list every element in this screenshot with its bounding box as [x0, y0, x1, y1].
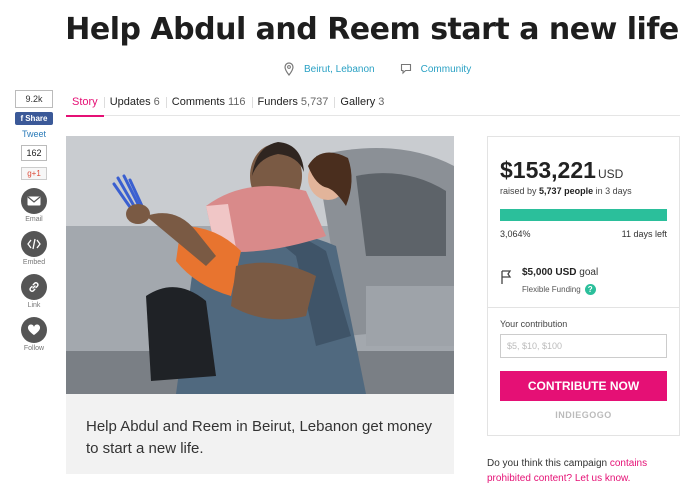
facebook-share-label: Share	[25, 114, 48, 123]
tab-funders[interactable]: Funders 5,737	[251, 90, 335, 116]
facebook-icon: f	[20, 114, 24, 123]
progress-bar	[500, 209, 667, 221]
heart-icon	[27, 324, 41, 335]
amount-raised: $153,221 USD	[500, 157, 624, 183]
facebook-share-button[interactable]: f Share	[15, 112, 53, 125]
card-divider	[488, 307, 679, 308]
progress-bar-fill	[500, 209, 667, 221]
let-us-know-link[interactable]: Let us know.	[575, 473, 631, 484]
help-icon[interactable]: ?	[584, 284, 596, 295]
goal-row: $5,000 USD goal Flexible Funding ?	[500, 267, 598, 295]
page-title: Help Abdul and Reem start a new life	[65, 12, 679, 47]
gplus-count: 162	[21, 145, 47, 161]
tab-updates[interactable]: Updates 6	[103, 90, 166, 116]
contribution-label: Your contribution	[500, 319, 568, 329]
raised-by-text: raised by 5,737 people in 3 days	[500, 186, 632, 196]
embed-label: Embed	[22, 259, 46, 266]
tab-comments[interactable]: Comments 116	[165, 90, 252, 116]
category-link[interactable]: Community	[421, 64, 472, 75]
indiegogo-logo: INDIEGOGO	[555, 410, 612, 420]
campaign-meta: Beirut, Lebanon Community	[282, 62, 471, 76]
email-label: Email	[25, 216, 43, 223]
tab-gallery[interactable]: Gallery 3	[334, 90, 390, 116]
report-campaign: Do you think this campaign contains proh…	[487, 458, 648, 484]
flag-icon	[501, 270, 512, 284]
tweet-button[interactable]: Tweet	[22, 129, 46, 139]
tab-story[interactable]: Story	[66, 90, 104, 117]
link-label: Link	[27, 302, 41, 309]
link-button[interactable]	[21, 274, 47, 300]
map-pin-icon	[282, 62, 296, 76]
facebook-share-count: 9.2k	[15, 90, 53, 108]
campaign-tabs: Story Updates 6 Comments 116 Funders 5,737 …	[66, 90, 680, 117]
gplus-button[interactable]: g+1	[21, 167, 47, 180]
code-icon	[27, 238, 41, 250]
speech-bubble-icon	[399, 62, 413, 76]
campaign-hero-image[interactable]	[66, 136, 454, 394]
percent-funded: 3,064%	[500, 229, 531, 239]
chain-link-icon	[29, 282, 39, 292]
story-summary: Help Abdul and Reem in Beirut, Lebanon g…	[66, 394, 454, 474]
contribution-input[interactable]	[500, 334, 667, 358]
envelope-icon	[27, 196, 41, 206]
location-link[interactable]: Beirut, Lebanon	[304, 64, 375, 75]
funding-card: $153,221 USD raised by 5,737 people in 3 …	[487, 136, 680, 436]
days-left: 11 days left	[621, 229, 667, 239]
email-button[interactable]	[21, 188, 47, 214]
goal-amount: $5,000 USD goal	[522, 267, 599, 278]
follow-label: Follow	[23, 345, 45, 352]
embed-button[interactable]	[21, 231, 47, 257]
share-sidebar: 9.2k f Share Tweet 162 g+1 Email Embed L…	[14, 90, 54, 352]
follow-button[interactable]	[21, 317, 47, 343]
contribute-now-button[interactable]: CONTRIBUTE NOW	[500, 371, 667, 401]
flexible-funding: Flexible Funding ?	[522, 284, 598, 295]
